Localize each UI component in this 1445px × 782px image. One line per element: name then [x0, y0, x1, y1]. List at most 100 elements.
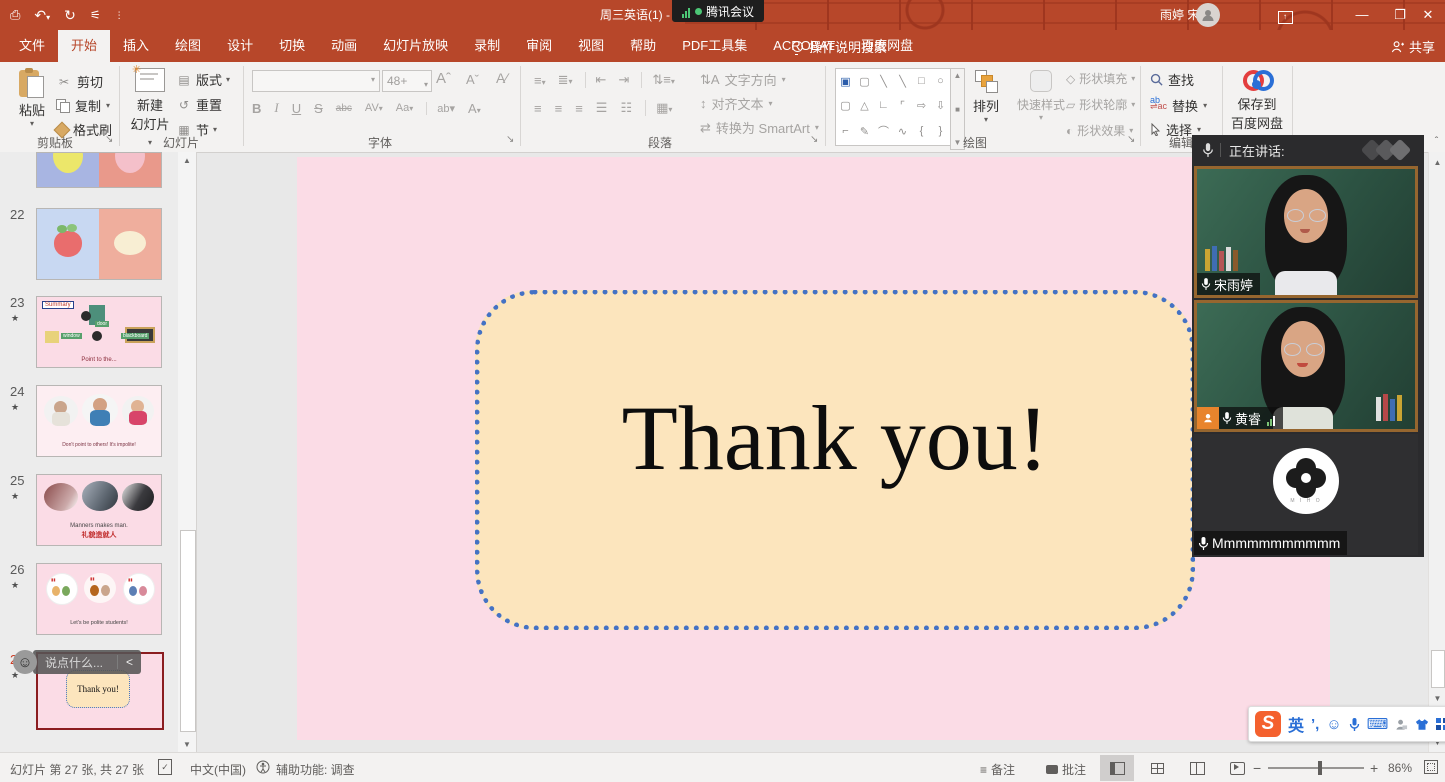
minimize-button[interactable]: —: [1345, 0, 1379, 30]
ime-keyboard-icon[interactable]: ⌨: [1367, 715, 1389, 733]
scroll-down-button[interactable]: ▼: [1429, 690, 1445, 706]
highlight-color-button[interactable]: ab▾: [426, 102, 455, 115]
find-button[interactable]: 查找: [1150, 70, 1194, 89]
quick-styles-button[interactable]: 快速样式 ▾: [1012, 70, 1070, 122]
copy-button[interactable]: 复制▾: [56, 96, 110, 115]
undo-icon[interactable]: ↶▾: [34, 7, 50, 24]
tab-record[interactable]: 录制: [461, 30, 513, 62]
slide-count-indicator[interactable]: 幻灯片 第 27 张, 共 27 张: [10, 761, 144, 778]
layout-button[interactable]: ▤版式▾: [176, 70, 230, 89]
replace-button[interactable]: ab⇌ac 替换▾: [1150, 95, 1207, 116]
align-text-button[interactable]: ↕对齐文本▾: [700, 94, 773, 113]
tab-insert[interactable]: 插入: [110, 30, 162, 62]
sogou-logo-icon[interactable]: S: [1255, 711, 1281, 737]
shape-effects-button[interactable]: ◐形状效果▾: [1066, 122, 1133, 139]
sogou-ime-bar[interactable]: S 英 ’, ☺ ⌨: [1248, 706, 1445, 742]
shapes-gallery[interactable]: ▣▢╲╲□○ ▢△∟⌜⇨⇩ ⌐✎⌒∿{}: [835, 68, 951, 146]
line-spacing-button[interactable]: ⇅≡▾: [641, 72, 675, 88]
video-tile-participant-2[interactable]: 黄睿: [1194, 300, 1418, 432]
change-case-button[interactable]: Aa▾: [396, 102, 413, 114]
close-button[interactable]: ✕: [1411, 0, 1445, 30]
chat-collapse-arrow[interactable]: <: [117, 655, 141, 669]
language-indicator[interactable]: 中文(中国): [190, 761, 246, 778]
zoom-out-button[interactable]: −: [1253, 760, 1261, 776]
tab-view[interactable]: 视图: [565, 30, 617, 62]
tab-file[interactable]: 文件: [6, 30, 58, 62]
customize-qat-icon[interactable]: ⋮: [115, 10, 124, 21]
justify-button[interactable]: ☰: [596, 100, 608, 116]
notes-button[interactable]: ≡备注: [980, 761, 1015, 778]
scroll-up-button[interactable]: ▲: [1429, 154, 1445, 170]
spellcheck-icon[interactable]: ✓: [158, 759, 172, 775]
scrollbar-thumb[interactable]: [1431, 650, 1445, 688]
scroll-up-button[interactable]: ▲: [178, 152, 196, 168]
align-center-button[interactable]: ≡: [555, 101, 563, 116]
tell-me-search[interactable]: 操作说明搜索: [792, 30, 887, 62]
subscript-button[interactable]: abc: [336, 103, 352, 114]
reading-view-button[interactable]: [1180, 755, 1214, 781]
increase-font-icon[interactable]: Aˆ: [436, 70, 451, 87]
normal-view-button[interactable]: [1100, 755, 1134, 781]
clipboard-dialog-launcher[interactable]: ↘: [105, 134, 113, 145]
start-slideshow-icon[interactable]: ⚟: [90, 8, 101, 22]
paste-button[interactable]: 粘贴 ▾: [12, 68, 52, 128]
underline-button[interactable]: U: [292, 101, 301, 116]
save-icon[interactable]: ⎙: [10, 7, 20, 23]
tencent-meeting-panel[interactable]: 正在讲话: 宋雨婷: [1192, 135, 1424, 557]
ime-skin-icon[interactable]: [1415, 718, 1429, 731]
tab-transitions[interactable]: 切换: [266, 30, 318, 62]
font-dialog-launcher[interactable]: ↘: [506, 134, 514, 145]
ime-emoji-icon[interactable]: ☺: [1326, 716, 1341, 733]
avatar[interactable]: [1196, 3, 1220, 27]
smartart-button[interactable]: ⇄转换为 SmartArt▾: [700, 118, 819, 137]
bold-button[interactable]: B: [252, 101, 261, 116]
accessibility-status[interactable]: 辅助功能: 调查: [276, 761, 355, 778]
tab-review[interactable]: 审阅: [513, 30, 565, 62]
zoom-slider-track[interactable]: [1268, 767, 1364, 769]
ime-login-icon[interactable]: [1395, 718, 1408, 731]
slide-sorter-view-button[interactable]: [1140, 755, 1174, 781]
bullets-button[interactable]: ≡▾: [534, 73, 546, 88]
cut-button[interactable]: ✂剪切: [56, 72, 103, 91]
slide-thumbnail-22[interactable]: [36, 208, 162, 280]
italic-button[interactable]: I: [274, 100, 278, 116]
text-direction-button[interactable]: ⇅A文字方向▾: [700, 70, 786, 89]
font-size-combo[interactable]: 48+▾: [382, 70, 432, 92]
tab-slideshow[interactable]: 幻灯片放映: [370, 30, 461, 62]
reset-button[interactable]: ↺重置: [176, 95, 222, 114]
increase-indent-button[interactable]: ⇥: [618, 72, 629, 88]
scrollbar-thumb[interactable]: [180, 530, 196, 732]
decrease-indent-button[interactable]: ⇤: [585, 72, 607, 88]
scroll-down-button[interactable]: ▼: [178, 736, 196, 752]
thumbnail-scrollbar[interactable]: ▲ ▼: [178, 152, 196, 752]
tab-home[interactable]: 开始: [58, 30, 110, 62]
tab-pdf-tools[interactable]: PDF工具集: [669, 30, 760, 62]
drawing-dialog-launcher[interactable]: ↘: [1127, 134, 1135, 145]
slide-scrollbar[interactable]: ▲ ▼ ▲▲ ▼▼: [1428, 152, 1445, 752]
ime-language-mode[interactable]: 英: [1288, 712, 1304, 736]
ime-voice-icon[interactable]: [1349, 717, 1360, 732]
character-spacing-button[interactable]: AV▾: [365, 102, 383, 114]
font-name-combo[interactable]: ▾: [252, 70, 380, 92]
slide-thumbnail-24[interactable]: Don't point to others! It's impolite!: [36, 385, 162, 457]
zoom-in-button[interactable]: +: [1370, 760, 1378, 776]
zoom-slider-thumb[interactable]: [1318, 761, 1322, 775]
arrange-button[interactable]: 排列 ▾: [966, 70, 1006, 124]
ime-punctuation-icon[interactable]: ’,: [1311, 716, 1319, 733]
distribute-button[interactable]: ☷: [620, 100, 632, 116]
video-tile-participant-3[interactable]: M I H O Mmmmmmmmmmm: [1194, 434, 1418, 555]
strikethrough-button[interactable]: S: [314, 101, 323, 116]
columns-button[interactable]: ▦▾: [645, 100, 672, 116]
save-to-baidu-button[interactable]: 保存到 百度网盘: [1228, 68, 1286, 132]
fit-to-window-icon[interactable]: [1424, 760, 1438, 774]
tencent-meeting-floatbar[interactable]: 腾讯会议: [672, 0, 764, 22]
slideshow-view-button[interactable]: [1220, 755, 1254, 781]
decrease-font-icon[interactable]: Aˇ: [466, 72, 479, 87]
numbering-button[interactable]: ≣▾: [558, 72, 573, 88]
ribbon-display-options-button[interactable]: ↑: [1268, 0, 1302, 30]
account-user-name[interactable]: 雨婷 宋: [1160, 0, 1199, 30]
slide-canvas[interactable]: Thank you!: [297, 157, 1330, 740]
slide-thumbnail-25[interactable]: Manners makes man. 礼貌造就人: [36, 474, 162, 546]
chat-placeholder[interactable]: 说点什么...: [33, 654, 117, 671]
thank-you-text[interactable]: Thank you!: [480, 385, 1190, 491]
